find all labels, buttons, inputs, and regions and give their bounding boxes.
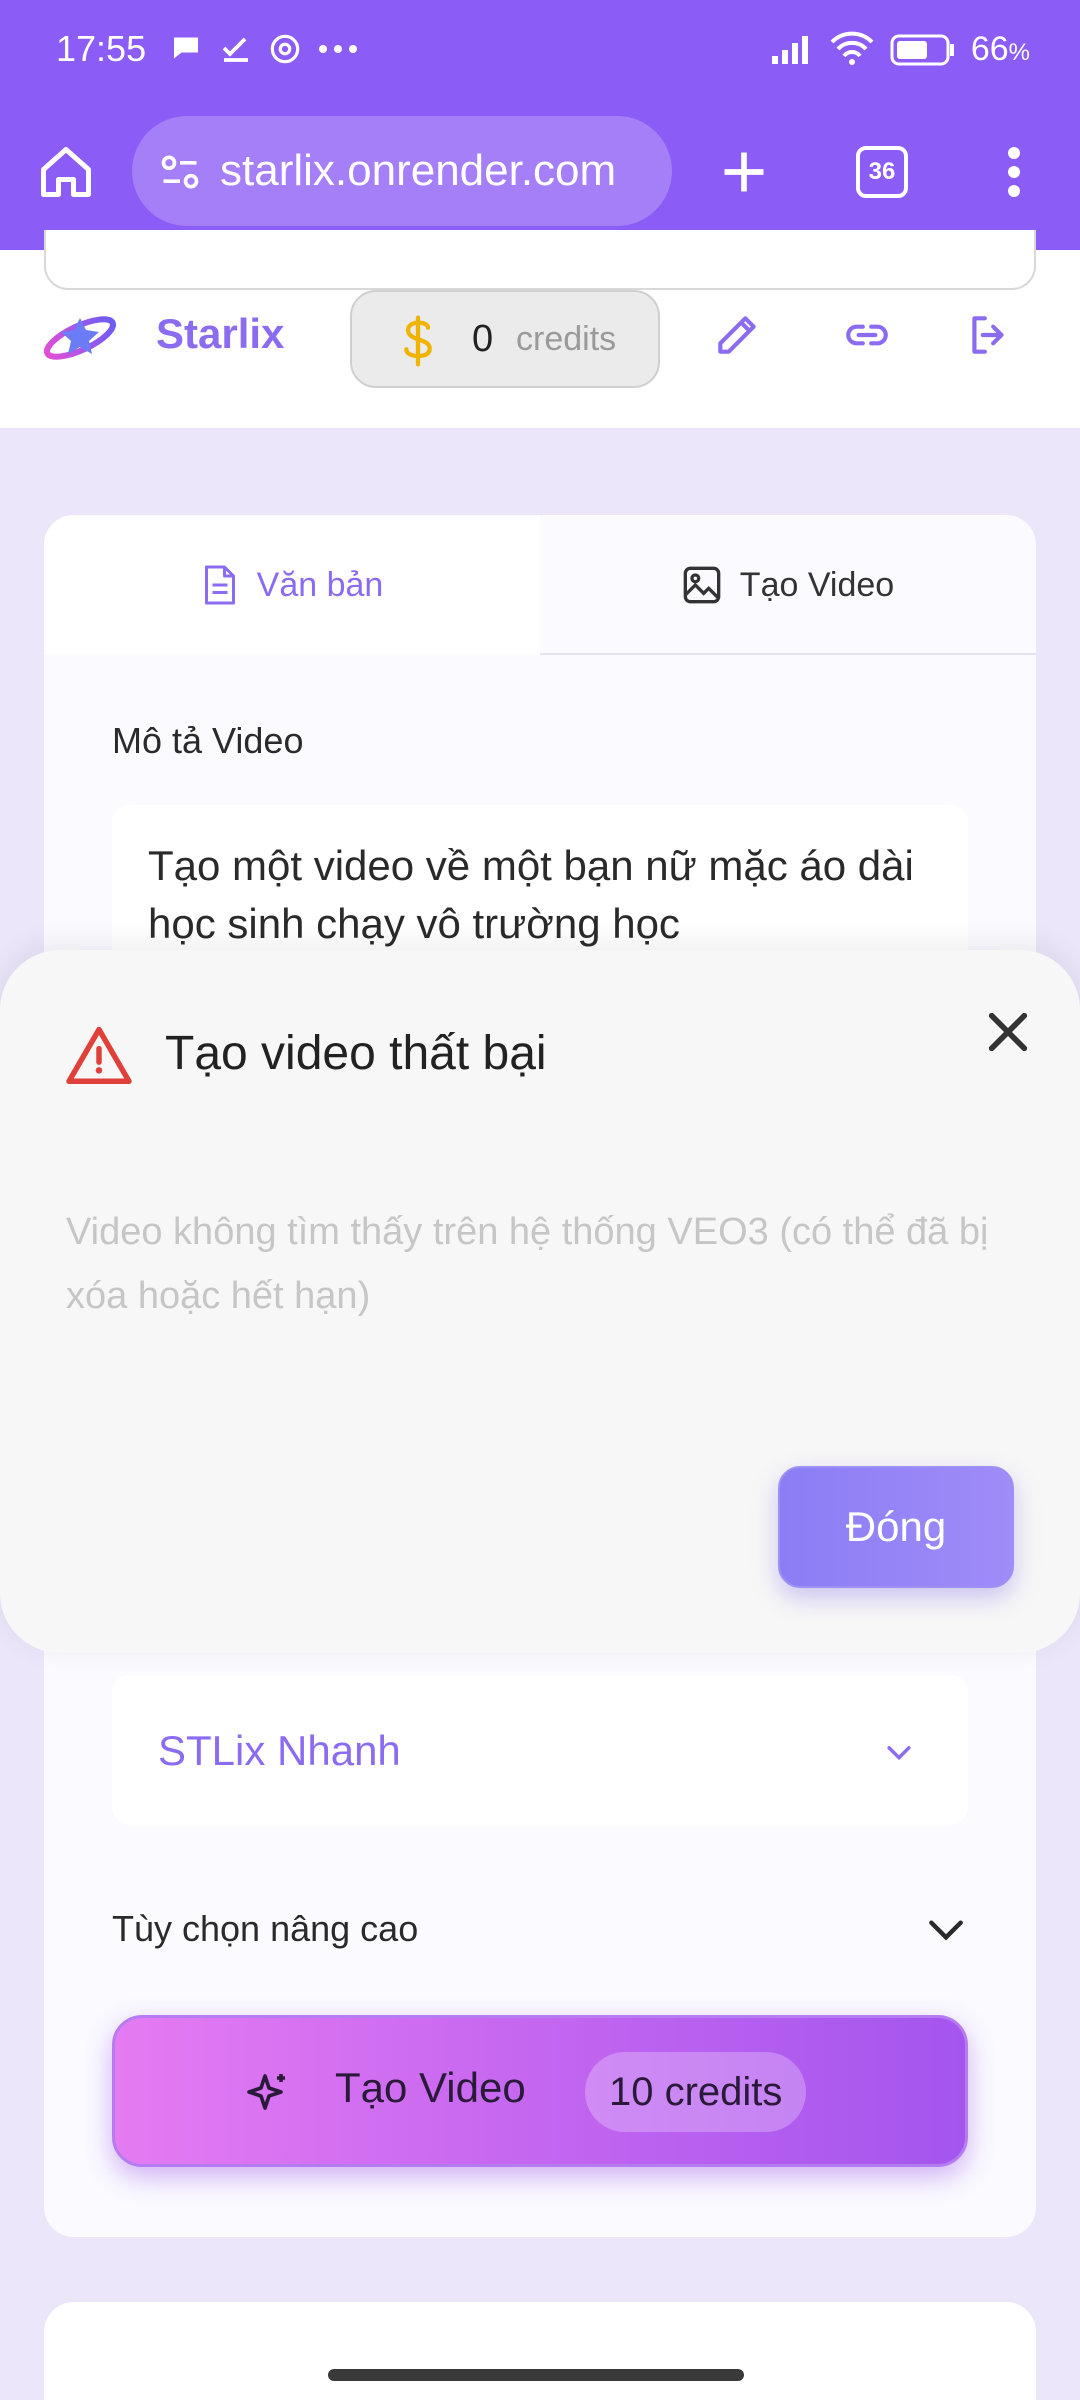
chevron-down-icon xyxy=(929,1920,963,1941)
dollar-icon xyxy=(404,315,432,367)
home-button[interactable] xyxy=(26,132,106,212)
more-notifications-icon xyxy=(319,45,357,53)
mode-tabs: Văn bản Tạo Video xyxy=(44,515,1036,655)
tab-create-video[interactable]: Tạo Video xyxy=(540,515,1036,655)
description-label: Mô tả Video xyxy=(112,720,304,761)
tab-text[interactable]: Văn bản xyxy=(44,515,540,655)
generate-cost-badge: 10 credits xyxy=(585,2052,807,2132)
home-icon xyxy=(41,147,91,197)
dialog-message: Video không tìm thấy trên hệ thống VEO3 … xyxy=(66,1211,989,1317)
status-time: 17:55 xyxy=(56,28,147,69)
signal-icon xyxy=(772,36,808,64)
edit-icon[interactable] xyxy=(712,310,762,360)
wifi-icon xyxy=(830,31,874,65)
advanced-options-toggle[interactable]: Tùy chọn nâng cao xyxy=(112,1900,968,1960)
checklist-icon xyxy=(222,37,248,62)
generate-video-button[interactable]: Tạo Video 10 credits xyxy=(112,2015,968,2167)
tab-text-label: Văn bản xyxy=(256,565,384,604)
model-select[interactable]: STLix Nhanh xyxy=(112,1675,968,1825)
link-icon[interactable] xyxy=(842,310,892,360)
credits-badge[interactable]: 0 credits xyxy=(350,290,660,388)
address-bar[interactable]: starlix.onrender.com xyxy=(132,116,672,226)
sparkles-icon xyxy=(247,2074,285,2110)
warning-icon xyxy=(66,1026,132,1084)
starlix-logo-icon[interactable] xyxy=(40,300,120,370)
close-icon[interactable] xyxy=(980,1004,1036,1060)
dialog-title: Tạo video thất bại xyxy=(165,1027,547,1080)
new-tab-button[interactable] xyxy=(704,132,784,212)
browser-chrome: 17:55 66% starlix.onrender.com 36 xyxy=(0,0,1080,250)
image-icon xyxy=(683,566,721,604)
url-text: starlix.onrender.com xyxy=(220,146,617,195)
logout-icon[interactable] xyxy=(964,310,1014,360)
chevron-down-icon xyxy=(887,1746,911,1761)
next-card xyxy=(44,2302,1036,2400)
dialog-close-button[interactable]: Đóng xyxy=(778,1466,1014,1588)
chat-bubble-icon xyxy=(174,37,198,59)
site-settings-icon[interactable] xyxy=(158,150,202,194)
status-bar: 17:55 66% xyxy=(0,0,1080,100)
plus-icon xyxy=(724,152,764,192)
error-dialog: Tạo video thất bại Video không tìm thấy … xyxy=(0,950,1080,1653)
credits-value: 0 xyxy=(472,318,494,360)
document-icon xyxy=(204,565,235,605)
advanced-options-label: Tùy chọn nâng cao xyxy=(112,1908,419,1949)
more-vertical-icon xyxy=(1008,147,1020,197)
brand-name[interactable]: Starlix xyxy=(156,310,284,358)
generate-video-label: Tạo Video xyxy=(335,2064,526,2111)
tab-count: 36 xyxy=(856,146,908,198)
model-select-value: STLix Nhanh xyxy=(158,1727,401,1774)
credits-label: credits xyxy=(516,320,617,358)
browser-menu-button[interactable] xyxy=(974,132,1054,212)
collapsed-menu-panel xyxy=(44,230,1036,290)
openai-icon xyxy=(270,34,300,64)
battery-icon xyxy=(890,34,954,66)
tab-create-video-label: Tạo Video xyxy=(739,565,895,604)
gesture-home-indicator[interactable] xyxy=(328,2369,744,2381)
tab-switcher-button[interactable]: 36 xyxy=(842,132,922,212)
battery-percent: 66% xyxy=(970,30,1030,68)
